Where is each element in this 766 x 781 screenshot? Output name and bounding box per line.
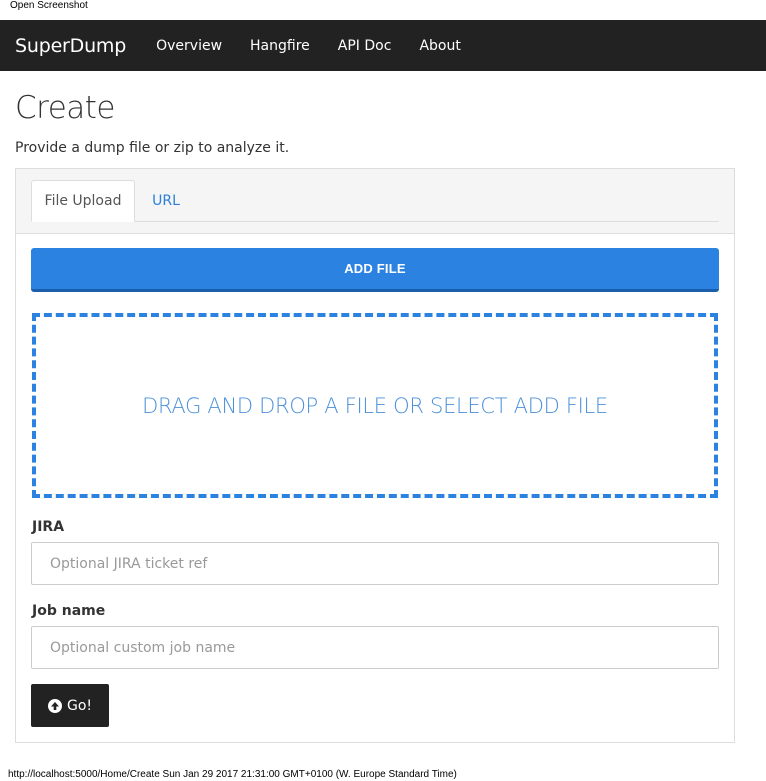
- nav-link-hangfire[interactable]: Hangfire: [250, 38, 310, 54]
- job-name-label: Job name: [32, 603, 106, 619]
- nav-link-about[interactable]: About: [419, 38, 460, 54]
- tab-file-upload[interactable]: File Upload: [31, 180, 135, 222]
- dropzone-text: DRAG AND DROP A FILE OR SELECT ADD FILE: [142, 393, 608, 418]
- page-intro: Provide a dump file or zip to analyze it…: [15, 140, 290, 156]
- print-header: Open Screenshot: [10, 0, 88, 11]
- panel-heading: File Upload URL: [16, 169, 734, 234]
- brand-link[interactable]: SuperDump: [15, 35, 126, 57]
- go-button-label: Go!: [66, 697, 93, 714]
- add-file-button[interactable]: ADD FILE: [31, 248, 719, 292]
- page-title: Create: [15, 90, 116, 126]
- file-dropzone[interactable]: DRAG AND DROP A FILE OR SELECT ADD FILE: [32, 313, 718, 498]
- go-button[interactable]: Go!: [31, 684, 109, 727]
- print-footer: http://localhost:5000/Home/Create Sun Ja…: [8, 769, 457, 780]
- navbar: SuperDump Overview Hangfire API Doc Abou…: [0, 20, 766, 71]
- tab-url[interactable]: URL: [143, 180, 189, 222]
- nav-link-overview[interactable]: Overview: [156, 38, 222, 54]
- upload-panel: File Upload URL ADD FILE DRAG AND DROP A…: [15, 168, 735, 743]
- jira-label: JIRA: [32, 519, 65, 535]
- job-name-input[interactable]: [31, 626, 719, 669]
- nav-link-api-doc[interactable]: API Doc: [338, 38, 392, 54]
- circle-arrow-up-icon: [47, 698, 62, 713]
- jira-input[interactable]: [31, 542, 719, 585]
